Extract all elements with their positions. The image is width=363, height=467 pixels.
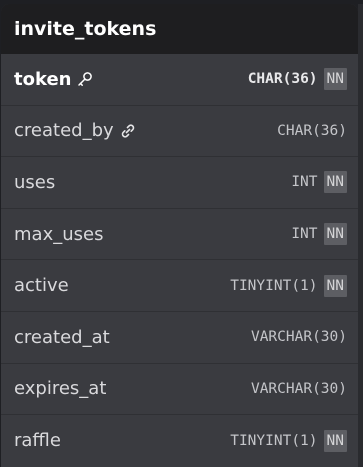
column-row-max-uses[interactable]: max_uses INT NN: [1, 209, 358, 261]
column-type: CHAR(36): [247, 71, 318, 88]
column-row-token[interactable]: token CHAR(36) NN: [1, 54, 358, 106]
column-name: created_at: [14, 326, 110, 348]
column-row-uses[interactable]: uses INT NN: [1, 157, 358, 209]
table-card-invite-tokens[interactable]: invite_tokens token CHAR(36) NN created_…: [1, 4, 358, 467]
nn-badge: NN: [323, 171, 347, 194]
column-type: VARCHAR(30): [250, 380, 347, 397]
column-type: TINYINT(1): [230, 277, 318, 294]
key-icon: [77, 71, 93, 87]
column-type: INT: [291, 226, 318, 243]
column-type: VARCHAR(30): [250, 329, 347, 346]
nn-badge: NN: [323, 68, 347, 91]
column-row-active[interactable]: active TINYINT(1) NN: [1, 260, 358, 312]
column-row-raffle[interactable]: raffle TINYINT(1) NN: [1, 415, 358, 467]
column-name: token: [14, 68, 72, 90]
column-name: active: [14, 275, 69, 297]
column-row-created-at[interactable]: created_at VARCHAR(30): [1, 312, 358, 364]
nn-badge: NN: [323, 429, 347, 452]
column-name: max_uses: [14, 223, 104, 245]
column-name: expires_at: [14, 378, 107, 400]
column-name: raffle: [14, 430, 61, 452]
nn-badge: NN: [323, 274, 347, 297]
column-type: CHAR(36): [277, 122, 347, 139]
column-type: INT: [291, 174, 318, 191]
column-row-expires-at[interactable]: expires_at VARCHAR(30): [1, 364, 358, 416]
canvas-edge: [358, 4, 363, 467]
table-title[interactable]: invite_tokens: [1, 4, 358, 54]
column-name: created_by: [14, 120, 114, 142]
column-name: uses: [14, 171, 56, 193]
column-type: TINYINT(1): [230, 432, 318, 449]
column-row-created-by[interactable]: created_by CHAR(36): [1, 106, 358, 158]
link-icon: [120, 123, 136, 139]
nn-badge: NN: [323, 223, 347, 246]
